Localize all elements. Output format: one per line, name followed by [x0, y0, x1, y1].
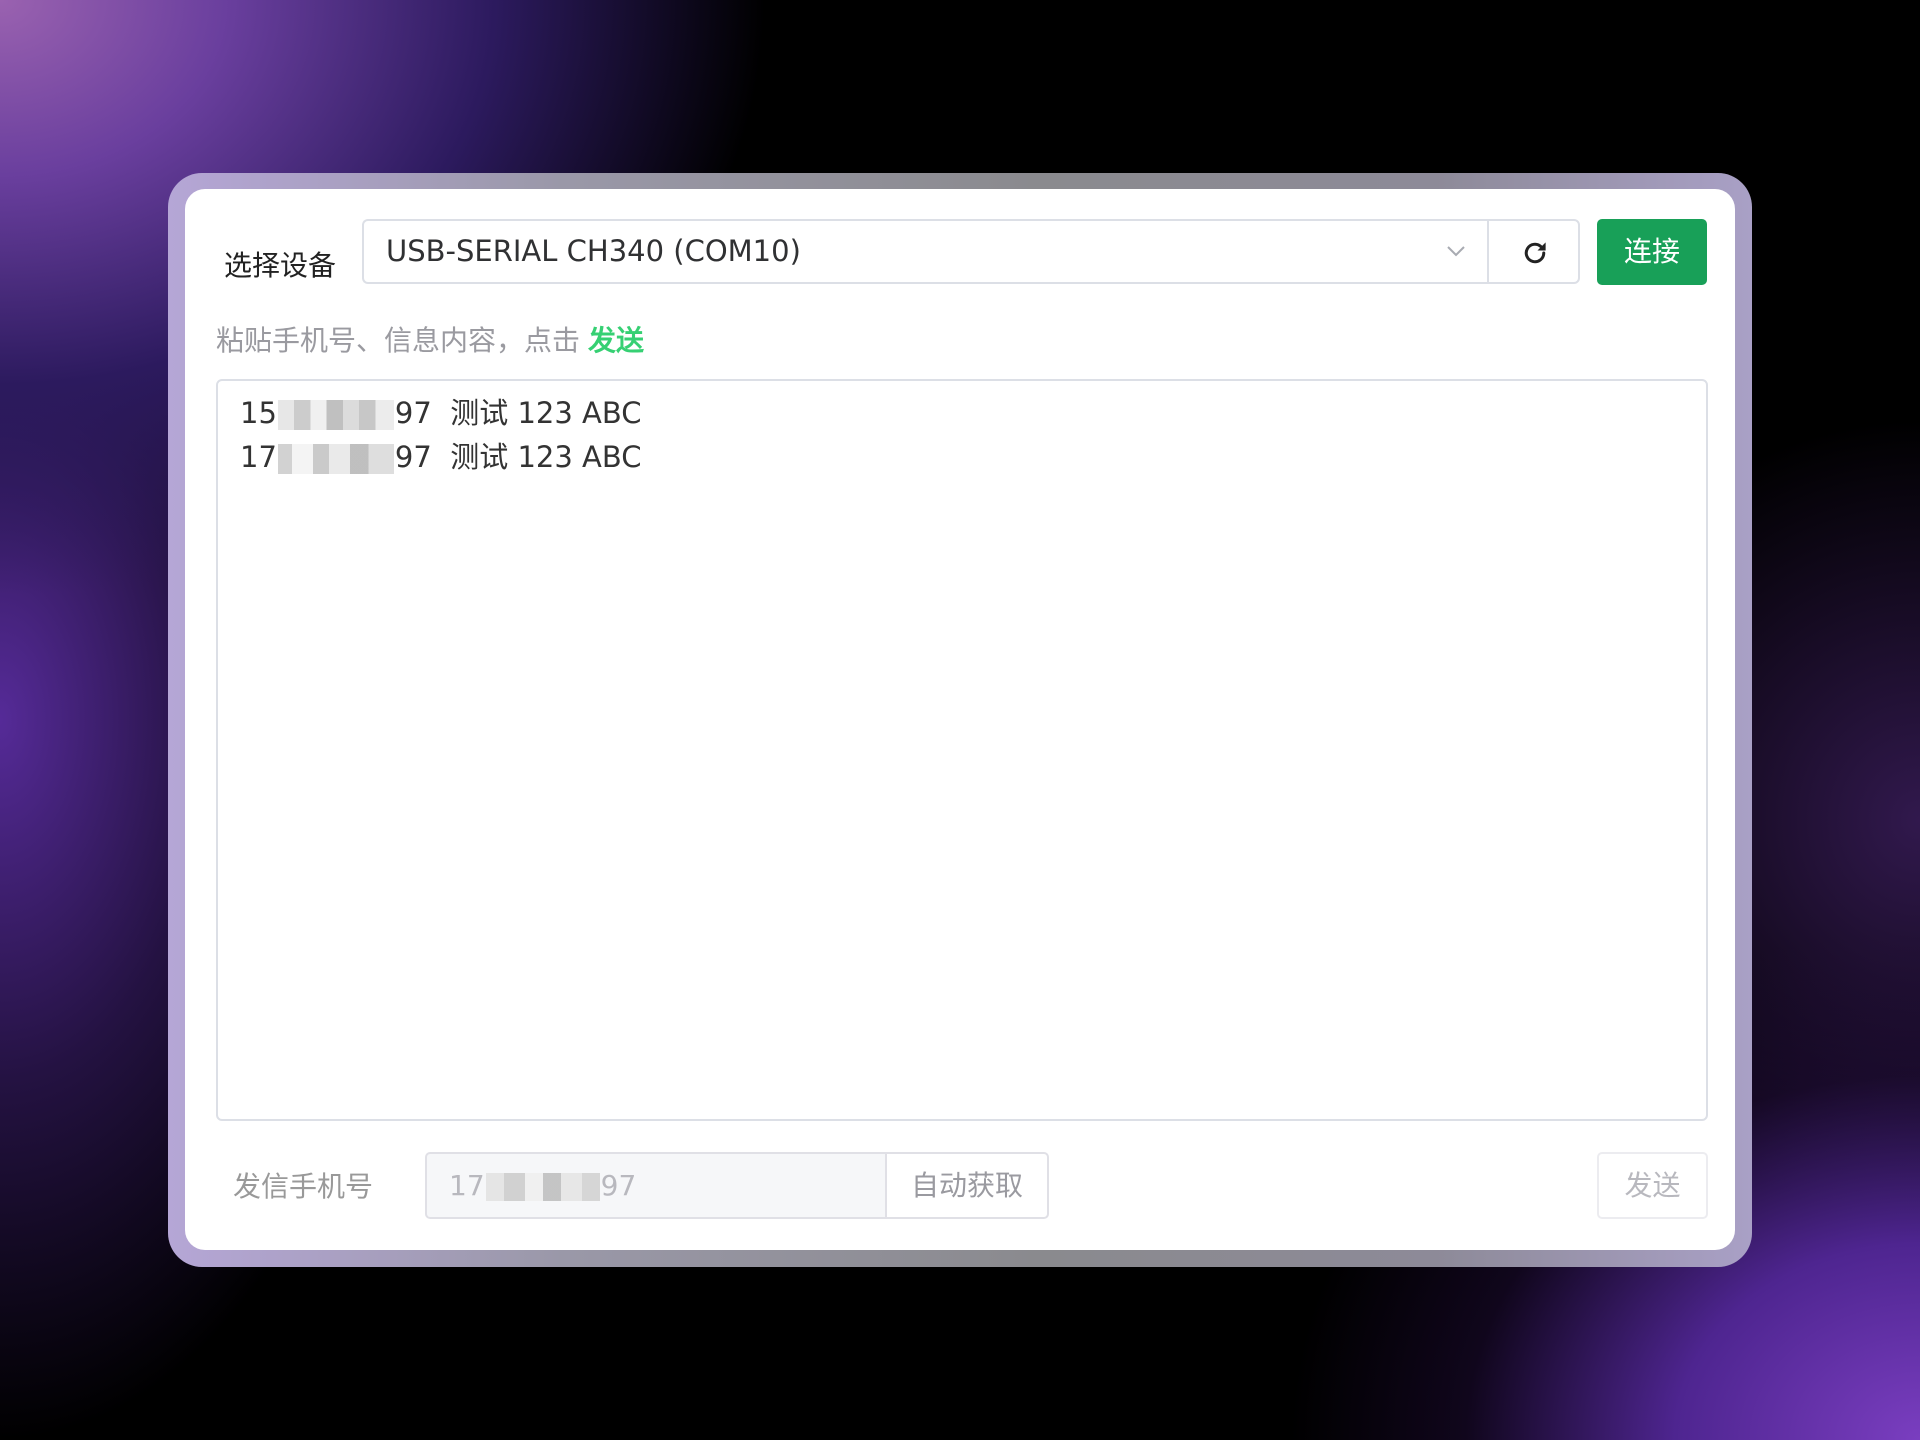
- phone-prefix: 17: [240, 440, 277, 474]
- sms-sender-panel: 选择设备 USB-SERIAL CH340 (COM10) 连接 粘贴手机号、信…: [185, 189, 1735, 1250]
- hint-text: 粘贴手机号、信息内容，点击: [216, 324, 581, 357]
- redacted-digits: [277, 444, 394, 474]
- sender-phone-value: 17 97: [449, 1154, 636, 1217]
- message-content: 测试 123 ABC: [450, 440, 642, 474]
- message-textarea[interactable]: 15 97 测试 123 ABC 17 97 测试 123 ABC: [216, 379, 1708, 1121]
- connect-button[interactable]: 连接: [1597, 219, 1707, 285]
- sender-phone-input[interactable]: 17 97: [425, 1152, 886, 1219]
- auto-fetch-button[interactable]: 自动获取: [885, 1152, 1049, 1219]
- refresh-icon: [1524, 242, 1546, 264]
- phone-suffix: 97: [394, 396, 432, 430]
- phone-suffix: 97: [600, 1169, 637, 1202]
- redacted-digits: [277, 400, 394, 430]
- message-line: 17 97 测试 123 ABC: [240, 437, 642, 477]
- device-select[interactable]: USB-SERIAL CH340 (COM10): [362, 219, 1487, 284]
- device-label: 选择设备: [224, 249, 337, 282]
- send-button[interactable]: 发送: [1597, 1152, 1708, 1219]
- message-line: 15 97 测试 123 ABC: [240, 393, 642, 433]
- sender-phone-label: 发信手机号: [233, 1170, 374, 1203]
- device-select-value: USB-SERIAL CH340 (COM10): [386, 234, 801, 268]
- message-content: 测试 123 ABC: [450, 396, 642, 430]
- hint-send-keyword: 发送: [588, 324, 645, 357]
- chevron-down-icon: [1443, 238, 1469, 264]
- instruction-hint: 粘贴手机号、信息内容，点击 发送: [216, 321, 644, 361]
- refresh-button[interactable]: [1487, 219, 1580, 284]
- phone-prefix: 15: [240, 396, 277, 430]
- redacted-digits: [485, 1173, 600, 1201]
- phone-suffix: 97: [394, 440, 432, 474]
- phone-prefix: 17: [449, 1169, 485, 1202]
